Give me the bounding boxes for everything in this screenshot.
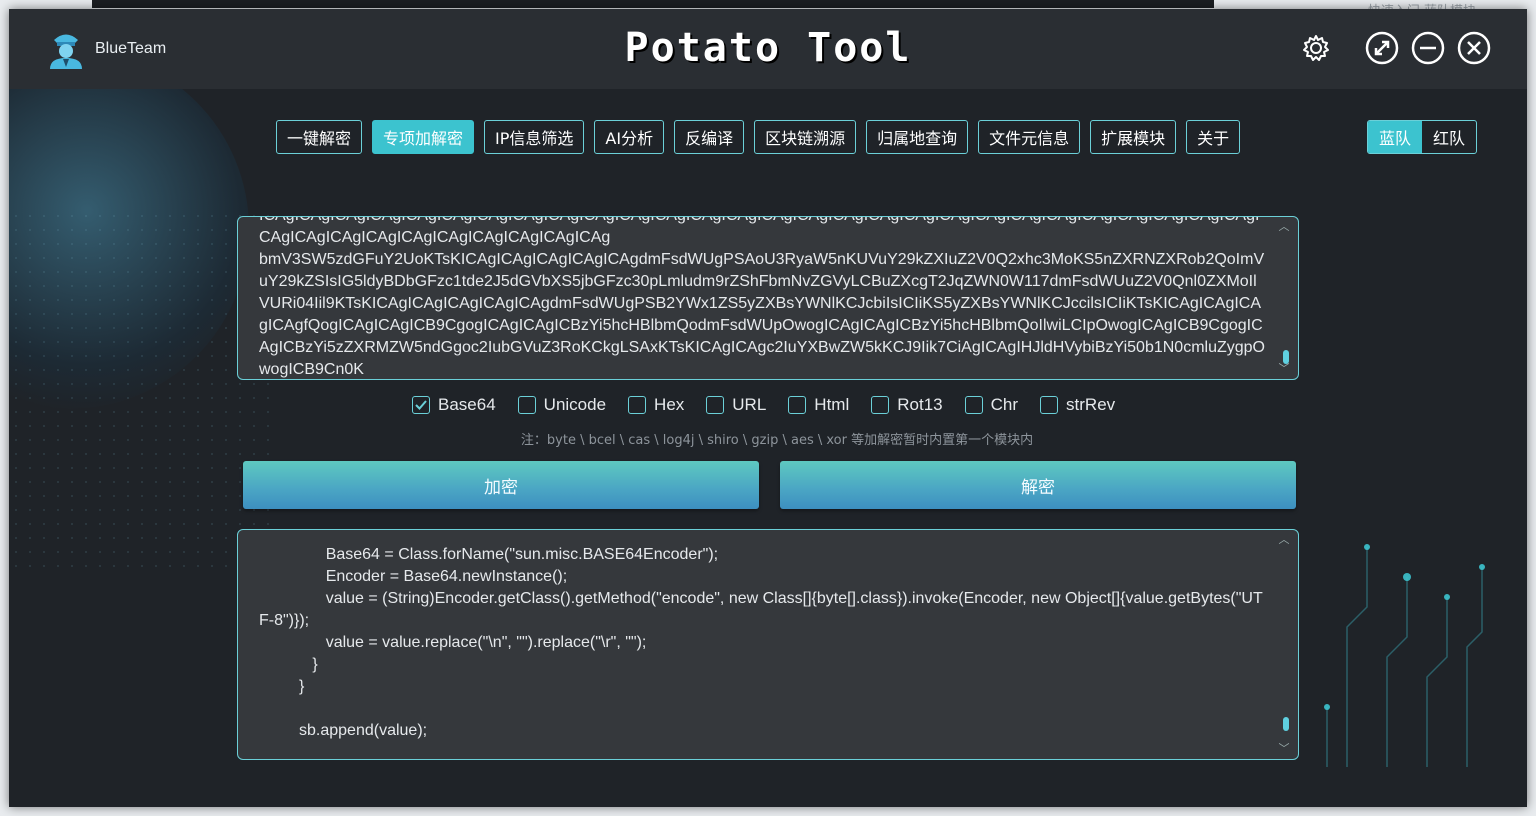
circuit-decoration [1324, 544, 1485, 767]
checkbox-icon[interactable] [964, 396, 983, 414]
team-toggle: 蓝队 红队 [1367, 120, 1477, 154]
option-base64[interactable]: Base64 [412, 395, 496, 415]
encoding-options: Base64 Unicode Hex URL Html Rot13 Chr st… [412, 395, 1115, 415]
scroll-up-icon[interactable]: ︿ [1278, 534, 1290, 546]
option-unicode[interactable]: Unicode [517, 395, 607, 415]
option-label: strRev [1066, 395, 1116, 414]
checkbox-icon[interactable] [788, 396, 807, 414]
expand-icon [1365, 31, 1399, 65]
checkbox-icon[interactable] [1040, 396, 1059, 414]
option-rot13[interactable]: Rot13 [871, 395, 943, 415]
checkbox-icon[interactable] [871, 396, 890, 414]
option-label: Base64 [438, 395, 496, 414]
nav-about[interactable]: 关于 [1186, 120, 1241, 154]
main-nav: 一键解密 专项加解密 IP信息筛选 AI分析 反编译 区块链溯源 归属地查询 文… [276, 120, 1241, 154]
nav-ai-analysis[interactable]: AI分析 [594, 120, 665, 154]
checkbox-icon[interactable] [706, 396, 725, 414]
input-textarea[interactable]: ICAgICAgICAgICAgICAgICAgICAgICAgICAgICAg… [237, 216, 1299, 380]
output-scrollbar-thumb[interactable] [1283, 717, 1289, 731]
nav-file-metadata[interactable]: 文件元信息 [978, 120, 1081, 154]
nav-ip-filter[interactable]: IP信息筛选 [484, 120, 585, 154]
close-icon [1457, 31, 1491, 65]
nav-extensions[interactable]: 扩展模块 [1090, 120, 1177, 154]
scroll-down-icon[interactable]: ﹀ [1278, 743, 1290, 755]
app-window: BlueTeam Potato Tool 一键解密 专项加解密 IP信息筛选 A… [9, 9, 1527, 807]
output-textarea[interactable]: Base64 = Class.forName("sun.misc.BASE64E… [237, 529, 1299, 760]
team-red-button[interactable]: 红队 [1422, 121, 1476, 153]
option-label: Unicode [543, 395, 607, 414]
option-html[interactable]: Html [788, 395, 849, 415]
minus-circle-icon [1411, 31, 1445, 65]
input-text: ICAgICAgICAgICAgICAgICAgICAgICAgICAgICAg… [259, 217, 1265, 378]
option-label: Html [814, 395, 850, 414]
option-label: Rot13 [897, 395, 943, 414]
checkbox-checked-icon[interactable] [412, 396, 430, 414]
option-url[interactable]: URL [706, 395, 766, 415]
option-strrev[interactable]: strRev [1040, 395, 1115, 415]
title-bar: BlueTeam Potato Tool [9, 9, 1527, 89]
input-scrollbar-thumb[interactable] [1283, 350, 1289, 364]
option-label: Hex [654, 395, 685, 414]
team-blue-button[interactable]: 蓝队 [1368, 121, 1422, 153]
decrypt-button[interactable]: 解密 [780, 461, 1296, 509]
option-chr[interactable]: Chr [964, 395, 1019, 415]
nav-blockchain-trace[interactable]: 区块链溯源 [754, 120, 857, 154]
output-text: Base64 = Class.forName("sun.misc.BASE64E… [259, 546, 1263, 739]
dot-grid-decoration [9, 209, 269, 569]
maximize-button[interactable] [1365, 31, 1399, 65]
nav-one-click-decrypt[interactable]: 一键解密 [276, 120, 363, 154]
scroll-up-icon[interactable]: ︿ [1278, 221, 1290, 233]
option-label: URL [732, 395, 767, 414]
minimize-button[interactable] [1411, 31, 1445, 65]
option-hex[interactable]: Hex [628, 395, 684, 415]
option-label: Chr [990, 395, 1019, 414]
checkbox-icon[interactable] [517, 396, 536, 414]
window-controls [1299, 31, 1491, 65]
note-text: 注：byte \ bcel \ cas \ log4j \ shiro \ gz… [520, 433, 1034, 448]
checkbox-icon[interactable] [628, 396, 647, 414]
nav-location-lookup[interactable]: 归属地查询 [866, 120, 969, 154]
encrypt-button[interactable]: 加密 [243, 461, 759, 509]
scroll-down-icon[interactable]: ﹀ [1278, 363, 1290, 375]
background-app-strip [92, 0, 1214, 8]
settings-button[interactable] [1299, 31, 1333, 65]
close-button[interactable] [1457, 31, 1491, 65]
nav-decompile[interactable]: 反编译 [674, 120, 745, 154]
gear-icon [1303, 35, 1329, 61]
nav-special-crypto[interactable]: 专项加解密 [372, 120, 475, 154]
